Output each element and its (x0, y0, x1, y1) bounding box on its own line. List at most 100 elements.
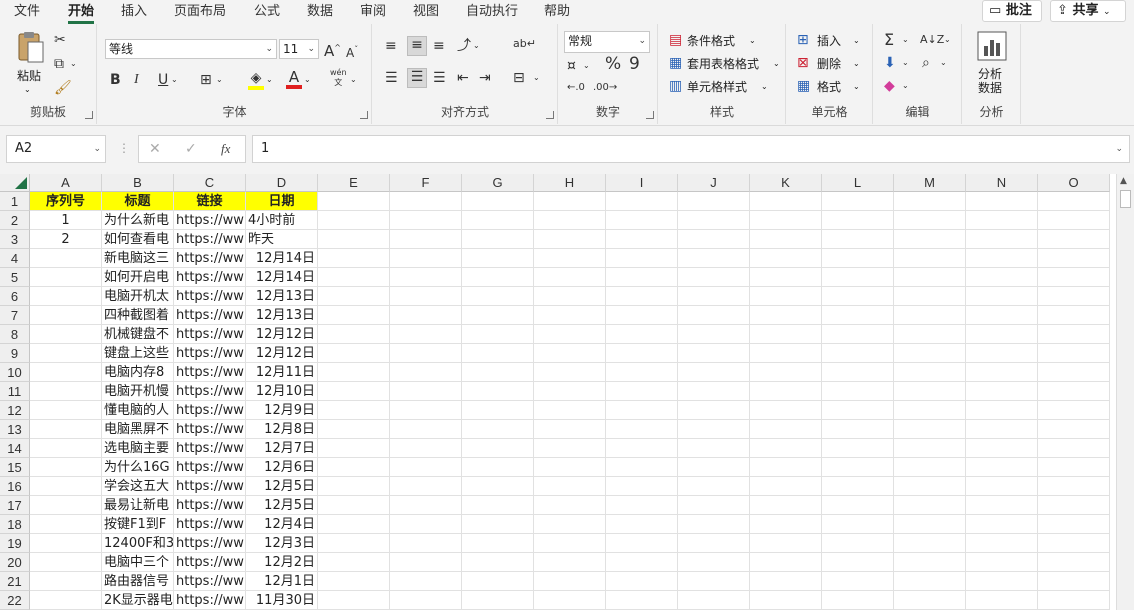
insert-cells-button[interactable]: ⊞ 插入 ⌄ (797, 32, 867, 50)
grid-cell[interactable] (894, 515, 966, 534)
grid-cell[interactable] (966, 420, 1038, 439)
grid-cell[interactable] (30, 553, 102, 572)
grid-cell[interactable] (462, 515, 534, 534)
grid-cell[interactable]: https://ww (174, 420, 246, 439)
grid-cell[interactable] (678, 515, 750, 534)
grid-cell[interactable] (318, 382, 390, 401)
grid-cell[interactable] (678, 553, 750, 572)
chevron-down-icon[interactable]: ⌄ (70, 56, 77, 72)
grid-cell[interactable] (1038, 439, 1110, 458)
grid-cell[interactable]: https://ww (174, 534, 246, 553)
grid-cell[interactable] (462, 230, 534, 249)
header-cell[interactable]: 标题 (102, 192, 174, 211)
increase-font-size-icon[interactable]: A^ (324, 40, 341, 59)
row-header[interactable]: 20 (0, 553, 30, 572)
grid-cell[interactable]: 12月14日 (246, 268, 318, 287)
grid-cell[interactable] (1038, 534, 1110, 553)
tab-review[interactable]: 审阅 (360, 3, 386, 21)
grid-cell[interactable] (966, 439, 1038, 458)
grid-cell[interactable]: 4小时前 (246, 211, 318, 230)
grid-cell[interactable]: 电脑中三个 (102, 553, 174, 572)
grid-cell[interactable] (678, 287, 750, 306)
column-header-i[interactable]: I (606, 174, 678, 192)
grid-cell[interactable] (606, 268, 678, 287)
grid-cell[interactable] (30, 306, 102, 325)
chevron-down-icon[interactable]: ⌄ (171, 72, 178, 88)
chevron-down-icon[interactable]: ⌄ (940, 55, 947, 71)
grid-cell[interactable] (318, 458, 390, 477)
grid-cell[interactable] (462, 591, 534, 610)
grid-cell[interactable]: 2 (30, 230, 102, 249)
grid-cell[interactable] (750, 306, 822, 325)
grid-cell[interactable] (822, 439, 894, 458)
chevron-down-icon[interactable]: ⌄ (583, 58, 590, 74)
align-bottom-icon[interactable]: ≡ (433, 38, 445, 54)
grid-cell[interactable] (30, 268, 102, 287)
grid-cell[interactable] (1038, 401, 1110, 420)
row-header[interactable]: 19 (0, 534, 30, 553)
row-header[interactable]: 13 (0, 420, 30, 439)
column-header-d[interactable]: D (246, 174, 318, 192)
grid-cell[interactable]: 12月10日 (246, 382, 318, 401)
grid-cell[interactable] (678, 591, 750, 610)
number-format-select[interactable]: 常规 ⌄ (564, 31, 650, 53)
grid-cell[interactable] (822, 211, 894, 230)
grid-cell[interactable] (1038, 382, 1110, 401)
grid-cell[interactable] (606, 382, 678, 401)
grid-cell[interactable]: 四种截图着 (102, 306, 174, 325)
tab-view[interactable]: 视图 (413, 3, 439, 21)
grid-cell[interactable] (966, 515, 1038, 534)
grid-cell[interactable] (750, 439, 822, 458)
grid-cell[interactable] (966, 553, 1038, 572)
format-cells-button[interactable]: ▦ 格式 ⌄ (797, 78, 867, 96)
grid-cell[interactable] (1038, 363, 1110, 382)
grid-cell[interactable]: 昨天 (246, 230, 318, 249)
grid-cell[interactable] (462, 401, 534, 420)
grid-cell[interactable] (894, 420, 966, 439)
grid-cell[interactable]: https://ww (174, 401, 246, 420)
grid-cell[interactable] (750, 420, 822, 439)
find-select-icon[interactable]: ⌕ (922, 55, 930, 71)
grid-cell[interactable] (390, 420, 462, 439)
cut-icon[interactable]: ✂ (54, 32, 66, 48)
grid-cell[interactable] (606, 572, 678, 591)
column-header-o[interactable]: O (1038, 174, 1110, 192)
dialog-launcher-icon[interactable] (646, 111, 654, 119)
grid-cell[interactable] (966, 344, 1038, 363)
chevron-down-icon[interactable]: ⌄ (902, 32, 909, 48)
grid-cell[interactable] (390, 230, 462, 249)
decrease-decimal-icon[interactable]: .00→ (593, 80, 617, 96)
align-left-icon[interactable]: ☰ (385, 70, 398, 86)
grid-cell[interactable] (1038, 572, 1110, 591)
grid-cell[interactable] (534, 458, 606, 477)
grid-cell[interactable]: https://ww (174, 515, 246, 534)
row-header[interactable]: 11 (0, 382, 30, 401)
grid-cell[interactable] (534, 211, 606, 230)
grid-cell[interactable]: 学会这五大 (102, 477, 174, 496)
chevron-down-icon[interactable]: ⌄ (216, 72, 223, 88)
grid-cell[interactable]: https://ww (174, 477, 246, 496)
column-header-j[interactable]: J (678, 174, 750, 192)
grid-cell[interactable] (966, 572, 1038, 591)
tab-home[interactable]: 开始 (68, 3, 95, 24)
grid-cell[interactable] (750, 211, 822, 230)
sort-filter-icon[interactable]: A↓Z (920, 32, 944, 48)
column-header-l[interactable]: L (822, 174, 894, 192)
grid-cell[interactable] (30, 420, 102, 439)
grid-cell[interactable] (30, 496, 102, 515)
chevron-down-icon[interactable]: ⌄ (902, 55, 909, 71)
grid-cell[interactable] (30, 382, 102, 401)
grid-cell[interactable] (318, 477, 390, 496)
grid-cell[interactable] (822, 249, 894, 268)
grid-cell[interactable] (534, 553, 606, 572)
grid-cell[interactable] (894, 344, 966, 363)
grid-cell[interactable] (318, 420, 390, 439)
grid-cell[interactable] (606, 401, 678, 420)
header-cell[interactable] (606, 192, 678, 211)
grid-cell[interactable]: 12月14日 (246, 249, 318, 268)
dialog-launcher-icon[interactable] (360, 111, 368, 119)
grid-cell[interactable]: 懂电脑的人 (102, 401, 174, 420)
grid-cell[interactable] (894, 496, 966, 515)
dialog-launcher-icon[interactable] (546, 111, 554, 119)
grid-cell[interactable] (534, 534, 606, 553)
